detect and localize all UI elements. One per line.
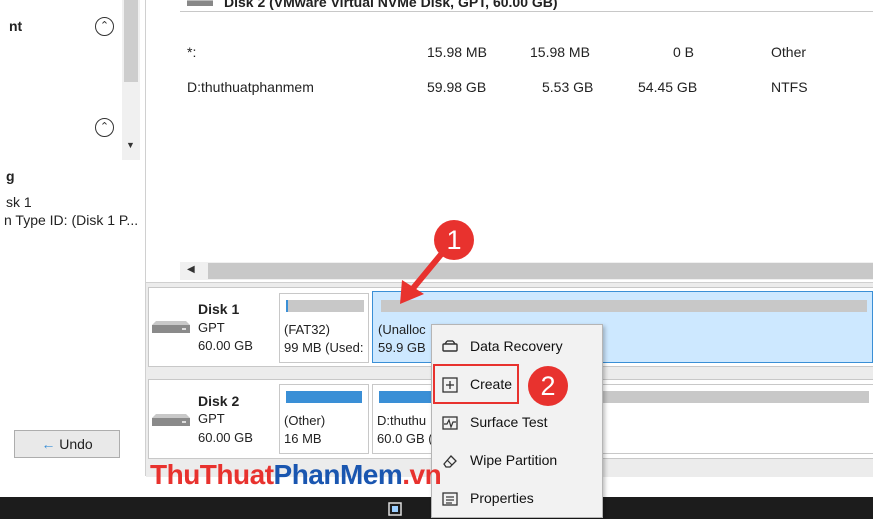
menu-item-label: Data Recovery: [470, 338, 563, 354]
left-scrollbar-thumb[interactable]: [124, 0, 138, 82]
step-badge-2: 2: [528, 366, 568, 406]
row-name: D:thuthuatphanmem: [187, 79, 314, 95]
horizontal-scrollbar-thumb[interactable]: [208, 263, 873, 279]
menu-item-label: Surface Test: [470, 414, 548, 430]
menu-item-label: Properties: [470, 490, 534, 506]
app-taskbar-icon[interactable]: [388, 502, 402, 516]
create-highlight-box: [433, 364, 519, 404]
disk1-type: GPT: [198, 320, 225, 335]
disk2-partition-other[interactable]: (Other) 16 MB: [279, 384, 369, 454]
collapse-up-icon[interactable]: ⌃: [95, 118, 114, 137]
row-filesystem: NTFS: [771, 79, 808, 95]
disk1-size: 60.00 GB: [198, 338, 253, 353]
drive-icon: [442, 340, 458, 352]
partition-detail: 99 MB (Used:: [284, 340, 364, 355]
header-divider: [180, 11, 873, 12]
menu-item-wipe-partition[interactable]: Wipe Partition: [432, 445, 602, 477]
row-unused: 0 B: [673, 44, 695, 60]
partition-usage-bar: [379, 391, 434, 403]
menu-item-surface-test[interactable]: Surface Test: [432, 407, 602, 439]
partition-free-bar: [601, 391, 869, 403]
partition-detail: 59.9 GB: [378, 340, 426, 355]
scroll-down-arrow-icon[interactable]: ▼: [126, 140, 135, 150]
partition-label: (FAT32): [284, 322, 330, 337]
pulse-icon: [442, 416, 458, 430]
collapse-up-icon[interactable]: ⌃: [95, 17, 114, 36]
row-used: 5.53 GB: [542, 79, 594, 95]
undo-button[interactable]: ← Undo: [14, 430, 120, 458]
disk1-partition-fat32[interactable]: (FAT32) 99 MB (Used:: [279, 293, 369, 363]
row-unused: 54.45 GB: [638, 79, 698, 95]
disk-icon: [187, 0, 213, 6]
partition-detail: 60.0 GB (U: [377, 431, 435, 446]
undo-label: Undo: [59, 436, 93, 452]
partition-label: (Other): [284, 413, 326, 428]
left-typeid-label: n Type ID: (Disk 1 P...: [4, 212, 139, 228]
left-section-heading: g: [6, 168, 15, 184]
scroll-left-arrow-icon[interactable]: ◀: [187, 264, 195, 275]
left-panel: nt ⌃ ⌃ ▼ g sk 1 n Type ID: (Disk 1 P... …: [0, 0, 146, 476]
partition-label: D:thuthu: [377, 413, 427, 428]
disk2-drive-icon: [152, 414, 190, 426]
partition-usage-bar: [286, 391, 362, 403]
table-row[interactable]: D:thuthuatphanmem 59.98 GB 5.53 GB 54.45…: [180, 75, 873, 99]
disk2-name: Disk 2: [198, 393, 240, 409]
disk-header-label: Disk 2 (VMware Virtual NVMe Disk, GPT, 6…: [224, 0, 558, 10]
left-disk-label: sk 1: [6, 194, 32, 210]
eraser-icon: [443, 455, 457, 468]
table-row[interactable]: *: 15.98 MB 15.98 MB 0 B Other: [180, 40, 873, 64]
row-capacity: 59.98 GB: [427, 79, 487, 95]
menu-item-label: Wipe Partition: [470, 452, 558, 468]
watermark-logo: ThuThuatPhanMem.vn: [150, 459, 442, 490]
disk2-size: 60.00 GB: [198, 430, 253, 445]
partition-detail: 16 MB: [284, 431, 322, 446]
left-heading: nt: [9, 18, 23, 34]
properties-icon: [442, 492, 458, 506]
disk1-name: Disk 1: [198, 301, 240, 317]
row-name: *:: [187, 44, 197, 60]
partition-label: (Unalloc: [378, 322, 426, 337]
step-badge-1: 1: [434, 220, 474, 260]
context-menu: Data Recovery Create Surface Test Wipe P…: [431, 324, 603, 518]
row-used: 15.98 MB: [530, 44, 590, 60]
partition-usage-bar: [286, 300, 364, 312]
row-filesystem: Other: [771, 44, 807, 60]
menu-item-properties[interactable]: Properties: [432, 483, 602, 515]
menu-item-data-recovery[interactable]: Data Recovery: [432, 331, 602, 363]
disk1-drive-icon: [152, 321, 190, 333]
row-capacity: 15.98 MB: [427, 44, 487, 60]
disk2-type: GPT: [198, 411, 225, 426]
undo-arrow-icon: ←: [41, 436, 56, 452]
